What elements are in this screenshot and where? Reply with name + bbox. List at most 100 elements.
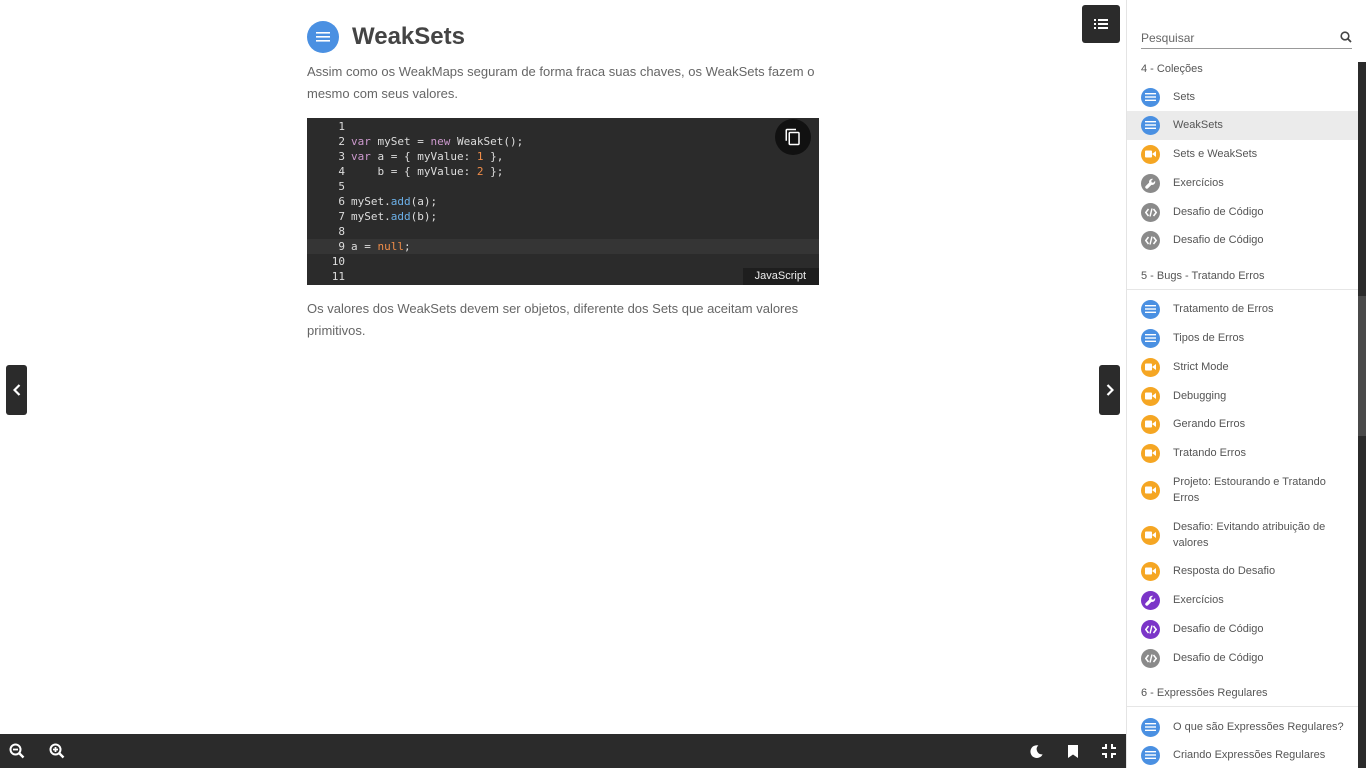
- table-of-contents-button[interactable]: [1082, 5, 1120, 43]
- collapse-icon: [1102, 744, 1116, 758]
- sidebar-item-label: Desafio de Código: [1173, 206, 1264, 218]
- sidebar-item-label: WeakSets: [1173, 119, 1223, 131]
- wrench-icon: [1141, 173, 1160, 193]
- video-icon: [1141, 414, 1160, 434]
- toc-list-icon: [1094, 19, 1108, 29]
- chevron-left-icon: [12, 384, 20, 396]
- sidebar-item[interactable]: Exercícios: [1127, 586, 1359, 615]
- previous-lesson-button[interactable]: [6, 365, 27, 415]
- zoom-in-icon: [49, 743, 65, 759]
- code-line: 7 mySet.add(b);: [307, 209, 819, 224]
- section-title[interactable]: 5 - Bugs - Tratando Erros: [1141, 270, 1265, 282]
- sidebar-item[interactable]: Sets: [1127, 83, 1359, 112]
- sidebar-item[interactable]: O que são Expressões Regulares?: [1127, 713, 1359, 742]
- sidebar-item[interactable]: Desafio: Evitando atribuição de valores: [1127, 513, 1359, 557]
- sidebar-scrollbar[interactable]: [1358, 62, 1366, 768]
- video-icon: [1141, 480, 1160, 500]
- lesson-outro-text: Os valores dos WeakSets devem ser objeto…: [307, 301, 799, 338]
- zoom-out-icon: [9, 743, 25, 759]
- sidebar-item-label: Desafio de Código: [1173, 652, 1264, 664]
- sidebar-item[interactable]: Desafio de Código: [1127, 615, 1359, 644]
- code-text: mySet.add(b);: [351, 210, 438, 223]
- next-lesson-button[interactable]: [1099, 365, 1120, 415]
- video-icon: [1141, 525, 1160, 545]
- sidebar-item[interactable]: Criando Expressões Regulares: [1127, 741, 1359, 768]
- wrench-icon: [1141, 590, 1160, 610]
- code-line: 1: [307, 119, 819, 134]
- sidebar-item[interactable]: Tratando Erros: [1127, 439, 1359, 468]
- lesson-content: WeakSets Assim como os WeakMaps seguram …: [0, 0, 1126, 734]
- text-icon: [1141, 745, 1160, 765]
- sidebar-item-label: Desafio de Código: [1173, 234, 1264, 246]
- video-icon: [1141, 357, 1160, 377]
- sidebar-item[interactable]: Resposta do Desafio: [1127, 557, 1359, 586]
- code-line: 4 b = { myValue: 2 };: [307, 164, 819, 179]
- code-line: 6 mySet.add(a);: [307, 194, 819, 209]
- text-icon: [1141, 87, 1160, 107]
- sidebar-item-label: Tratamento de Erros: [1173, 303, 1274, 315]
- sidebar-item[interactable]: Desafio de Código: [1127, 226, 1359, 255]
- zoom-in-button[interactable]: [40, 734, 74, 768]
- sidebar-item[interactable]: Desafio de Código: [1127, 644, 1359, 673]
- text-icon: [1141, 717, 1160, 737]
- code-text: mySet.add(a);: [351, 195, 438, 208]
- section-title[interactable]: 4 - Coleções: [1141, 63, 1203, 75]
- sidebar-item[interactable]: Sets e WeakSets: [1127, 140, 1359, 169]
- section-title[interactable]: 6 - Expressões Regulares: [1141, 687, 1268, 699]
- sidebar-item-label: Projeto: Estourando e Tratando Erros: [1173, 476, 1326, 504]
- zoom-out-button[interactable]: [0, 734, 34, 768]
- line-number: 9: [338, 240, 345, 253]
- sidebar-item[interactable]: Gerando Erros: [1127, 410, 1359, 439]
- line-number: 3: [338, 150, 345, 163]
- sidebar-item-label: Exercícios: [1173, 594, 1224, 606]
- collapse-button[interactable]: [1092, 734, 1126, 768]
- code-line: 9 a = null;: [307, 239, 819, 254]
- sidebar-item[interactable]: Exercícios: [1127, 169, 1359, 198]
- sidebar-item[interactable]: Desafio de Código: [1127, 198, 1359, 227]
- sidebar-item-label: Exercícios: [1173, 177, 1224, 189]
- search-input[interactable]: [1141, 29, 1331, 47]
- sidebar-item[interactable]: Tipos de Erros: [1127, 324, 1359, 353]
- sidebar-item[interactable]: Strict Mode: [1127, 353, 1359, 382]
- sidebar-item[interactable]: Projeto: Estourando e Tratando Erros: [1127, 468, 1359, 512]
- line-number: 4: [338, 165, 345, 178]
- line-number: 8: [338, 225, 345, 238]
- search-icon[interactable]: [1340, 30, 1352, 48]
- code-text: a = null;: [351, 240, 411, 253]
- code-line: 10: [307, 254, 819, 269]
- sidebar-item-label: Tratando Erros: [1173, 447, 1246, 459]
- search-box: [1141, 27, 1352, 49]
- code-text: b = { myValue: 2 };: [351, 165, 504, 178]
- line-number: 5: [338, 180, 345, 193]
- sidebar-item-label: Tipos de Erros: [1173, 332, 1245, 344]
- code-line: 2 var mySet = new WeakSet();: [307, 134, 819, 149]
- sidebar-item-label: Criando Expressões Regulares: [1173, 749, 1326, 761]
- text-icon: [1141, 328, 1160, 348]
- sidebar-item-label: Sets: [1173, 91, 1196, 103]
- line-number: 10: [331, 255, 345, 268]
- code-icon: [1141, 648, 1160, 668]
- copy-button[interactable]: [775, 119, 811, 155]
- code-block: 1 2 var mySet = new WeakSet(); 3 var a = { m…: [307, 118, 819, 285]
- sidebar-item-label: Desafio de Código: [1173, 623, 1264, 635]
- bookmark-button[interactable]: [1056, 734, 1090, 768]
- list-icon: [307, 21, 339, 53]
- text-icon: [1141, 115, 1160, 135]
- chevron-right-icon: [1106, 384, 1114, 396]
- sidebar-item[interactable]: WeakSets: [1127, 110, 1359, 140]
- course-sidebar: 4 - Coleções Sets WeakSets Sets e WeakSets E…: [1126, 0, 1366, 768]
- line-number: 1: [338, 120, 345, 133]
- sidebar-item[interactable]: Tratamento de Erros: [1127, 295, 1359, 324]
- scrollbar-thumb[interactable]: [1358, 296, 1366, 436]
- video-icon: [1141, 144, 1160, 164]
- bottom-toolbar: [0, 734, 1126, 768]
- line-number: 7: [338, 210, 345, 223]
- copy-icon: [785, 128, 800, 146]
- sidebar-item[interactable]: Debugging: [1127, 382, 1359, 411]
- line-number: 11: [331, 270, 345, 283]
- dark-mode-button[interactable]: [1019, 734, 1053, 768]
- sidebar-item-label: Desafio: Evitando atribuição de valores: [1173, 521, 1326, 549]
- bookmark-icon: [1068, 744, 1078, 758]
- code-line: 8: [307, 224, 819, 239]
- lesson-intro-text: Assim como os WeakMaps seguram de forma …: [307, 64, 815, 101]
